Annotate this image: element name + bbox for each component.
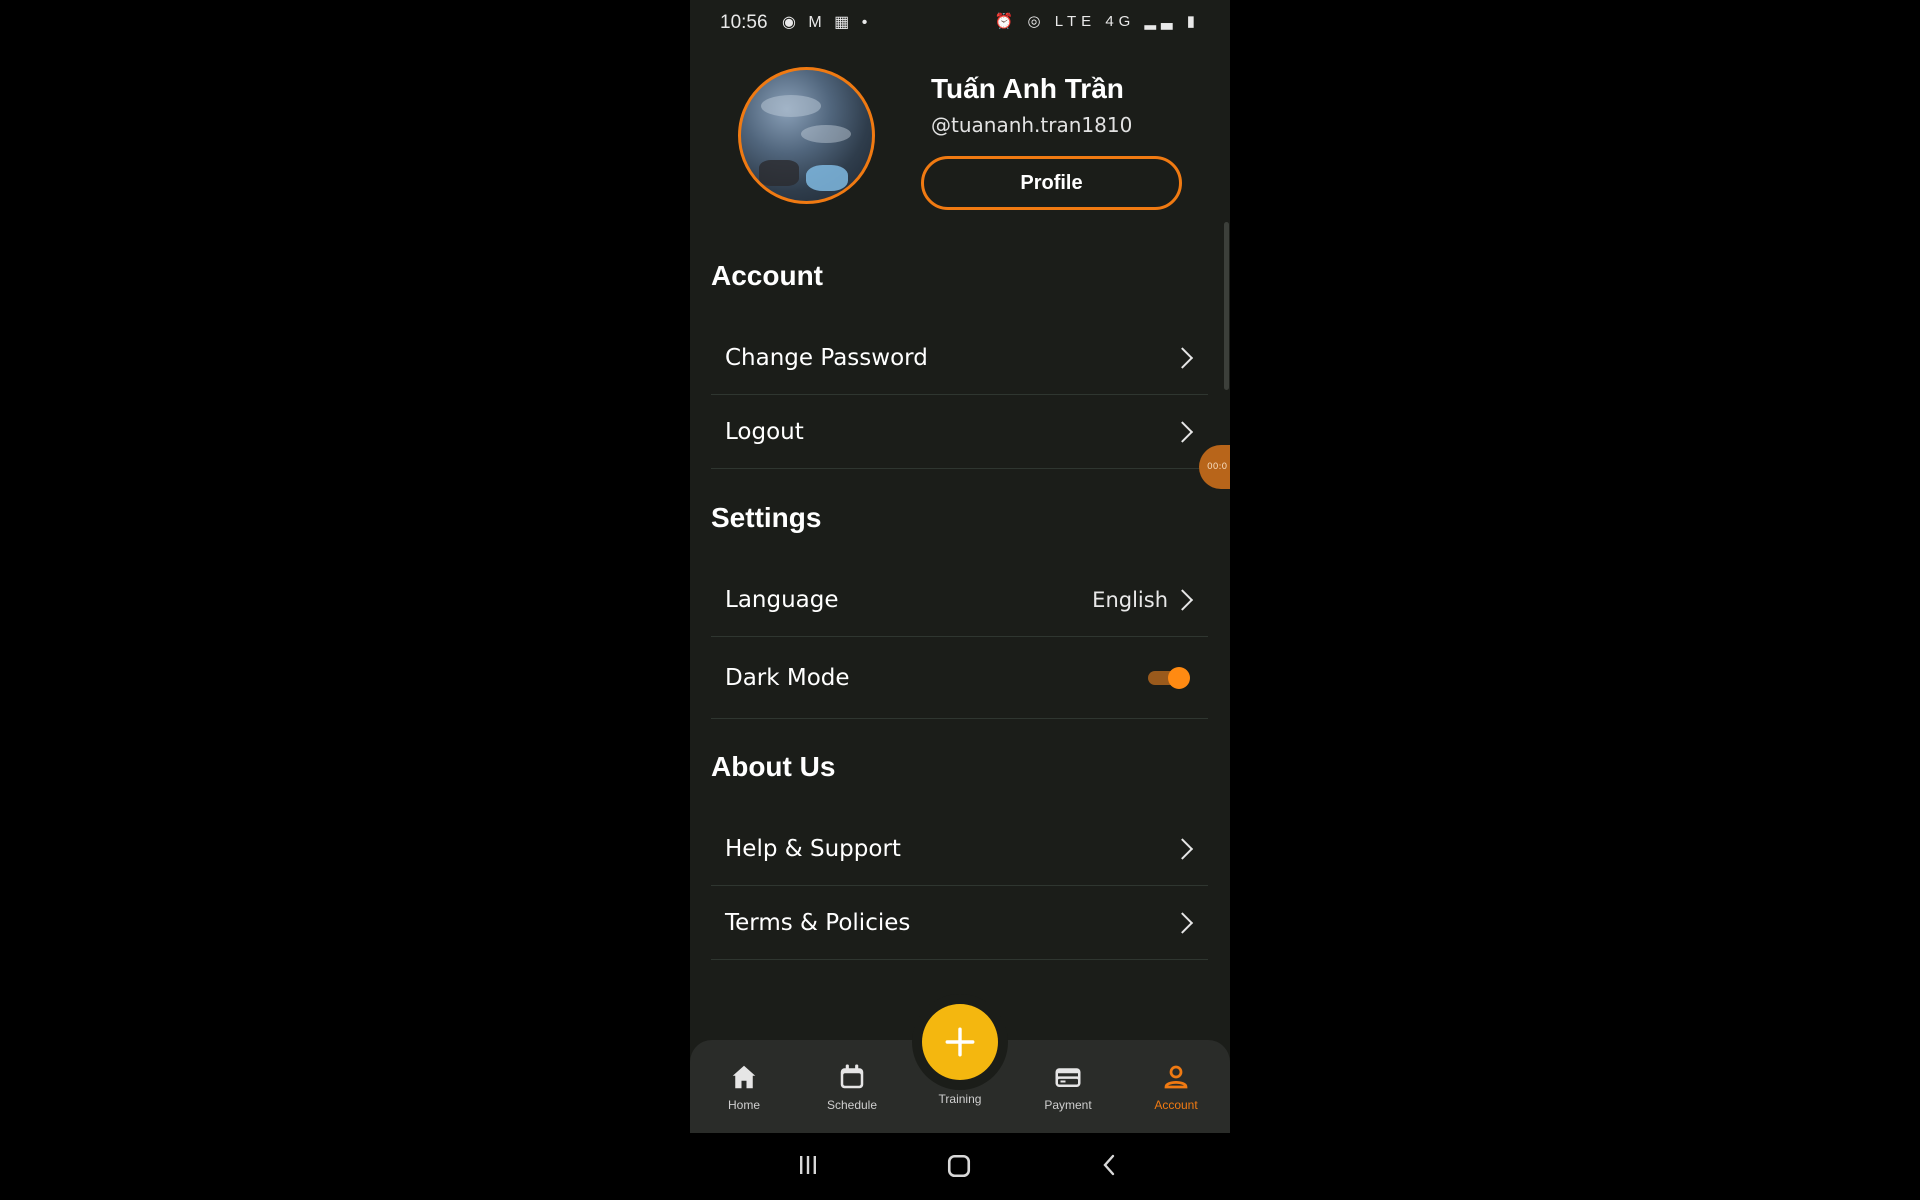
terms-policies-label: Terms & Policies xyxy=(725,909,911,936)
user-name: Tuấn Anh Trần xyxy=(931,73,1124,104)
dark-mode-toggle[interactable] xyxy=(1148,666,1190,689)
app-screen: 10:56 ◉ M ▦ • ⏰ ◎ LTE 4G ▂▃ ▮ Tuấn Anh T… xyxy=(690,0,1230,1133)
recent-apps-button[interactable] xyxy=(796,1153,820,1177)
nav-payment-label: Payment xyxy=(1044,1098,1092,1112)
language-label: Language xyxy=(725,586,839,613)
help-support-row[interactable]: Help & Support xyxy=(711,812,1208,886)
nav-home-label: Home xyxy=(727,1098,760,1112)
floating-recording-indicator[interactable]: 00:0 xyxy=(1199,445,1230,489)
nav-payment[interactable]: Payment xyxy=(1023,1062,1113,1112)
user-handle: @tuananh.tran1810 xyxy=(931,113,1133,137)
dark-mode-row: Dark Mode xyxy=(711,637,1208,719)
home-button[interactable] xyxy=(946,1153,972,1179)
system-navigation-bar xyxy=(690,1133,1230,1200)
scrollbar[interactable] xyxy=(1224,222,1229,390)
profile-button[interactable]: Profile xyxy=(921,156,1182,210)
notification-icons: ◉ M ▦ • xyxy=(782,14,872,31)
nav-account-label: Account xyxy=(1154,1098,1198,1112)
person-icon xyxy=(1164,1065,1188,1089)
add-training-button[interactable] xyxy=(922,1004,998,1080)
chevron-right-icon xyxy=(1171,420,1194,443)
help-support-label: Help & Support xyxy=(725,835,901,862)
nav-schedule-label: Schedule xyxy=(826,1098,878,1112)
chevron-right-icon xyxy=(1171,588,1194,611)
avatar[interactable] xyxy=(738,67,875,204)
status-time: 10:56 xyxy=(720,12,768,33)
back-button[interactable] xyxy=(1098,1153,1122,1177)
logout-label: Logout xyxy=(725,418,804,445)
chevron-right-icon xyxy=(1171,837,1194,860)
nav-schedule[interactable]: Schedule xyxy=(807,1062,897,1112)
system-status-icons: ⏰ ◎ LTE 4G ▂▃ ▮ xyxy=(994,13,1200,30)
card-icon xyxy=(1055,1068,1081,1087)
status-bar: 10:56 ◉ M ▦ • ⏰ ◎ LTE 4G ▂▃ ▮ xyxy=(690,0,1230,46)
section-title-settings: Settings xyxy=(711,502,822,533)
nav-training-label: Training xyxy=(938,1092,982,1106)
change-password-label: Change Password xyxy=(725,344,928,371)
nav-account[interactable]: Account xyxy=(1131,1062,1221,1112)
nav-home[interactable]: Home xyxy=(699,1062,789,1112)
home-icon xyxy=(732,1065,756,1089)
language-row[interactable]: Language English xyxy=(711,563,1208,637)
change-password-row[interactable]: Change Password xyxy=(711,321,1208,395)
terms-policies-row[interactable]: Terms & Policies xyxy=(711,886,1208,960)
section-title-about: About Us xyxy=(711,751,836,782)
nav-training[interactable]: Training xyxy=(915,1092,1005,1106)
plus-icon xyxy=(945,1027,975,1057)
section-title-account: Account xyxy=(711,260,823,291)
logout-row[interactable]: Logout xyxy=(711,395,1208,469)
calendar-icon xyxy=(840,1064,864,1089)
chevron-right-icon xyxy=(1171,346,1194,369)
dark-mode-label: Dark Mode xyxy=(725,664,850,691)
chevron-right-icon xyxy=(1171,911,1194,934)
language-value: English xyxy=(1092,587,1168,612)
